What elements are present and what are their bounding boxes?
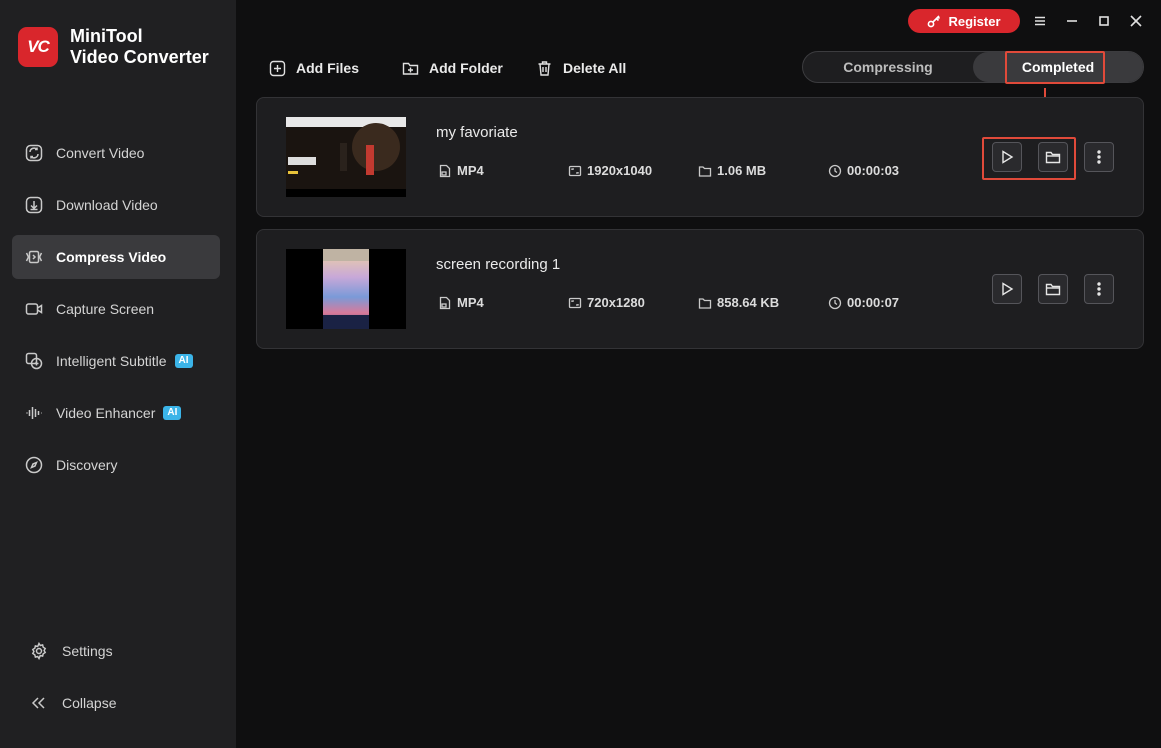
- sidebar-item-label: Compress Video: [56, 249, 167, 265]
- camera-icon: [24, 299, 44, 319]
- play-icon: [1002, 282, 1014, 296]
- delete-all-label: Delete All: [563, 60, 627, 76]
- open-folder-button[interactable]: [1038, 274, 1068, 304]
- minimize-icon: [1067, 20, 1077, 22]
- resolution-icon: [568, 165, 582, 176]
- file-format: MP4: [457, 163, 484, 178]
- folder-icon: [1045, 283, 1061, 296]
- maximize-button[interactable]: [1094, 11, 1114, 31]
- sidebar-item-label: Convert Video: [56, 145, 145, 161]
- download-icon: [24, 195, 44, 215]
- menu-button[interactable]: [1030, 11, 1050, 31]
- format-meta: MP4: [438, 163, 484, 178]
- file-duration: 00:00:03: [847, 163, 900, 178]
- trash-icon: [538, 60, 551, 76]
- add-folder-icon: [402, 62, 419, 75]
- sidebar-item-label: Discovery: [56, 457, 118, 473]
- completed-tab-highlight: [1005, 51, 1105, 84]
- file-duration: 00:00:07: [847, 295, 900, 310]
- more-options-button[interactable]: [1084, 274, 1114, 304]
- sidebar-item-video-enhancer[interactable]: Video Enhancer AI: [12, 391, 220, 435]
- sidebar-item-compress-video[interactable]: Compress Video: [12, 235, 220, 279]
- file-size: 1.06 MB: [717, 163, 767, 178]
- resolution-meta: 1920x1040: [568, 163, 652, 178]
- video-thumbnail[interactable]: [286, 249, 406, 329]
- file-resolution: 720x1280: [587, 295, 645, 310]
- waveform-icon: [24, 403, 44, 423]
- sidebar-item-label: Capture Screen: [56, 301, 155, 317]
- folder-icon: [698, 297, 712, 309]
- folder-icon: [698, 165, 712, 177]
- file-name: screen recording 1: [436, 256, 561, 273]
- duration-meta: 00:00:03: [828, 163, 899, 178]
- add-files-label: Add Files: [296, 60, 360, 76]
- file-format: MP4: [457, 295, 484, 310]
- close-icon: [1130, 15, 1142, 27]
- convert-icon: [24, 143, 44, 163]
- sidebar-item-capture-screen[interactable]: Capture Screen: [12, 287, 220, 331]
- tab-compressing[interactable]: Compressing: [803, 52, 973, 82]
- brand: VC MiniTool Video Converter: [18, 26, 209, 68]
- close-button[interactable]: [1126, 11, 1146, 31]
- file-card: screen recording 1 MP4 720x1280 858.64 K…: [256, 229, 1144, 349]
- size-meta: 1.06 MB: [698, 163, 766, 178]
- more-options-button[interactable]: [1084, 142, 1114, 172]
- compass-icon: [24, 455, 44, 475]
- add-file-icon: [269, 60, 286, 76]
- resolution-icon: [568, 297, 582, 308]
- file-resolution: 1920x1040: [587, 163, 653, 178]
- maximize-icon: [1099, 16, 1109, 26]
- sidebar-item-label: Video Enhancer: [56, 405, 156, 421]
- sidebar: VC MiniTool Video Converter Convert Vide…: [0, 0, 236, 748]
- app-title: MiniTool Video Converter: [70, 26, 209, 68]
- app-title-line1: MiniTool: [70, 26, 143, 46]
- video-file-icon: [439, 296, 451, 309]
- register-button[interactable]: Register: [908, 9, 1020, 33]
- file-size: 858.64 KB: [717, 295, 780, 310]
- clock-icon: [828, 296, 842, 309]
- clock-icon: [828, 164, 842, 177]
- app-title-line2: Video Converter: [70, 47, 209, 67]
- sidebar-item-label: Download Video: [56, 197, 158, 213]
- more-vertical-icon: [1097, 282, 1101, 296]
- subtitle-icon: [24, 351, 44, 371]
- file-name: my favoriate: [436, 124, 518, 141]
- add-files-button[interactable]: Add Files: [269, 58, 359, 78]
- format-meta: MP4: [438, 295, 484, 310]
- minimize-button[interactable]: [1062, 11, 1082, 31]
- ai-badge: AI: [163, 406, 182, 420]
- settings-button[interactable]: Settings: [30, 642, 220, 660]
- compress-icon: [24, 247, 44, 267]
- video-thumbnail[interactable]: [286, 117, 406, 197]
- size-meta: 858.64 KB: [698, 295, 779, 310]
- sidebar-item-label: Intelligent Subtitle: [56, 353, 167, 369]
- sidebar-nav: Convert Video Download Video Compress Vi…: [12, 131, 220, 495]
- sidebar-item-intelligent-subtitle[interactable]: Intelligent Subtitle AI: [12, 339, 220, 383]
- sidebar-item-convert-video[interactable]: Convert Video: [12, 131, 220, 175]
- actions-highlight: [982, 137, 1076, 180]
- add-folder-button[interactable]: Add Folder: [402, 58, 503, 78]
- add-folder-label: Add Folder: [429, 60, 503, 76]
- app-logo: VC: [18, 27, 58, 67]
- resolution-meta: 720x1280: [568, 295, 645, 310]
- double-chevron-left-icon: [31, 697, 45, 709]
- key-icon: [928, 15, 941, 28]
- settings-label: Settings: [62, 643, 113, 659]
- sidebar-item-discovery[interactable]: Discovery: [12, 443, 220, 487]
- sidebar-item-download-video[interactable]: Download Video: [12, 183, 220, 227]
- ai-badge: AI: [174, 354, 193, 368]
- duration-meta: 00:00:07: [828, 295, 899, 310]
- collapse-label: Collapse: [62, 695, 117, 711]
- gear-icon: [31, 642, 47, 660]
- video-file-icon: [439, 164, 451, 177]
- delete-all-button[interactable]: Delete All: [536, 58, 626, 78]
- hamburger-icon: [1035, 16, 1045, 26]
- collapse-button[interactable]: Collapse: [30, 694, 220, 712]
- play-button[interactable]: [992, 274, 1022, 304]
- more-vertical-icon: [1097, 150, 1101, 164]
- register-label: Register: [948, 13, 1001, 29]
